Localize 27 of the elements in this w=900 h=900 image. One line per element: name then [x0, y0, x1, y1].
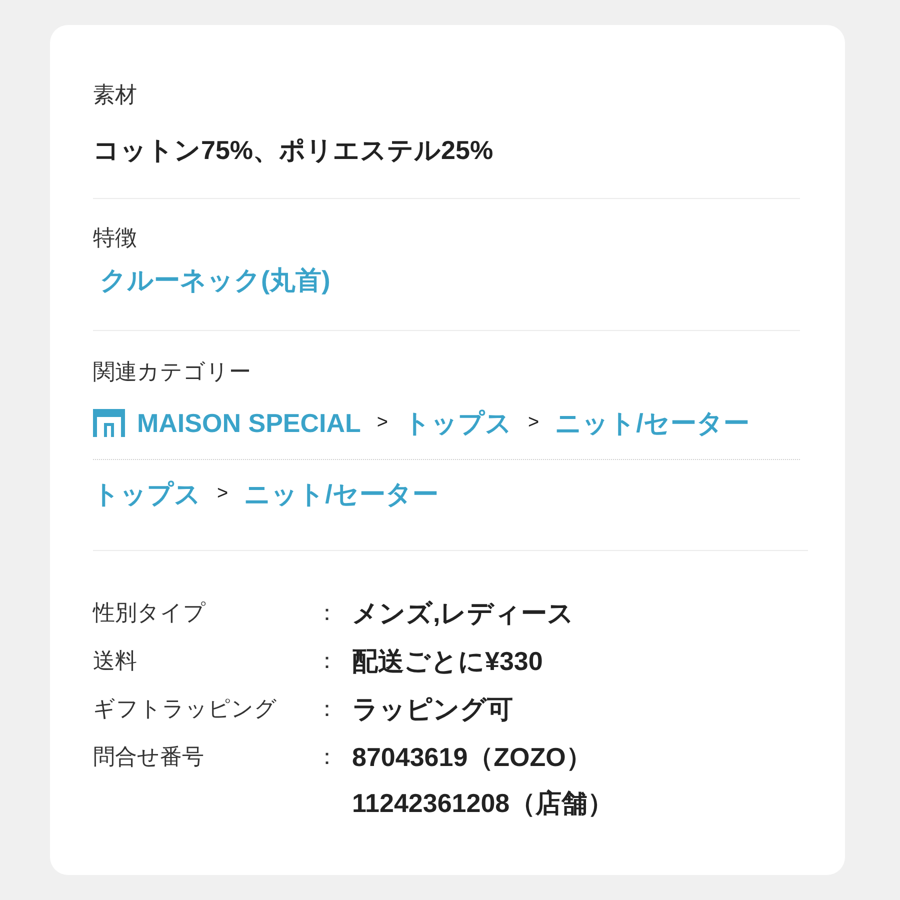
detail-value: ラッピング可: [352, 693, 513, 726]
detail-value: メンズ,レディース: [352, 597, 574, 630]
colon-separator: ：: [316, 647, 339, 675]
storefront-icon: [93, 409, 125, 437]
category-link[interactable]: トップス: [404, 405, 512, 441]
detail-label: ギフトラッピング: [93, 695, 278, 723]
breadcrumb-separator: >: [217, 482, 228, 506]
colon-separator: ：: [316, 695, 339, 723]
detail-value: 11242361208（店舗）: [352, 787, 614, 820]
category-link[interactable]: ニット/セーター: [555, 405, 750, 441]
section-label: 特徴: [93, 224, 138, 252]
detail-label: 送料: [93, 647, 138, 675]
detail-label: 性別タイプ: [93, 599, 207, 627]
section-label: 関連カテゴリー: [93, 358, 252, 386]
detail-value: 87043619（ZOZO）: [352, 741, 593, 774]
colon-separator: ：: [316, 743, 339, 771]
detail-label: 問合せ番号: [93, 743, 205, 771]
section-label: 素材: [93, 81, 138, 109]
breadcrumb-separator: >: [528, 411, 540, 435]
section-value: コットン75%、ポリエステル25%: [93, 134, 494, 167]
detail-value: 配送ごとに¥330: [352, 645, 543, 678]
colon-separator: ：: [316, 599, 339, 627]
category-link[interactable]: トップス: [93, 476, 201, 512]
breadcrumb-separator: >: [376, 411, 388, 435]
feature-link[interactable]: クルーネック(丸首): [100, 265, 330, 295]
shop-link[interactable]: MAISON SPECIAL: [93, 405, 361, 441]
category-link[interactable]: ニット/セーター: [244, 476, 438, 512]
